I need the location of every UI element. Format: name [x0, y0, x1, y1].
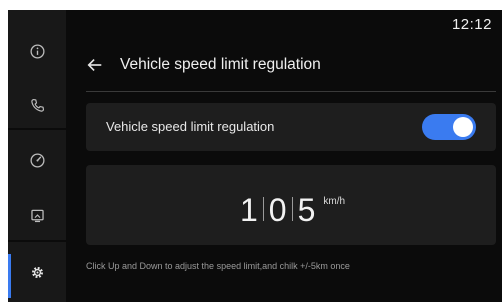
display-icon: [30, 209, 44, 222]
page-header: Vehicle speed limit regulation: [86, 53, 321, 77]
speed-limit-toggle[interactable]: [422, 114, 476, 140]
arrow-left-icon: [87, 59, 102, 71]
speed-value-card: 1 0 5 km/h: [86, 165, 496, 245]
speed-digit-hundreds[interactable]: 1: [237, 193, 261, 227]
toggle-knob: [453, 117, 473, 137]
sidebar-item-display[interactable]: [8, 193, 66, 237]
speed-digit-ones[interactable]: 5: [295, 193, 319, 227]
speed-limit-toggle-row: Vehicle speed limit regulation: [86, 103, 496, 151]
speed-unit: km/h: [323, 196, 346, 207]
gear-icon: [31, 266, 43, 278]
info-icon: [29, 43, 45, 59]
digit-separator: [262, 197, 264, 221]
back-button[interactable]: [86, 53, 110, 77]
speed-digit-tens[interactable]: 0: [266, 193, 290, 227]
page-title: Vehicle speed limit regulation: [120, 56, 321, 73]
sidebar: [8, 10, 66, 302]
app-window: 12:12 Vehicle speed limit regulation Veh…: [8, 10, 502, 302]
hint-text: Click Up and Down to adjust the speed li…: [86, 261, 350, 271]
phone-icon: [30, 98, 44, 112]
active-indicator: [8, 254, 11, 298]
sidebar-item-info[interactable]: [8, 29, 66, 73]
speed-display: 1 0 5 km/h: [86, 191, 496, 227]
sidebar-item-settings[interactable]: [8, 250, 66, 298]
sidebar-item-speed[interactable]: [8, 138, 66, 182]
sidebar-separator: [8, 240, 66, 242]
digit-separator: [291, 197, 293, 221]
sidebar-separator: [8, 128, 66, 130]
status-clock: 12:12: [451, 16, 492, 33]
sidebar-item-phone[interactable]: [8, 83, 66, 127]
toggle-label: Vehicle speed limit regulation: [106, 119, 275, 134]
header-divider: [86, 91, 496, 92]
speedometer-icon: [29, 152, 45, 168]
